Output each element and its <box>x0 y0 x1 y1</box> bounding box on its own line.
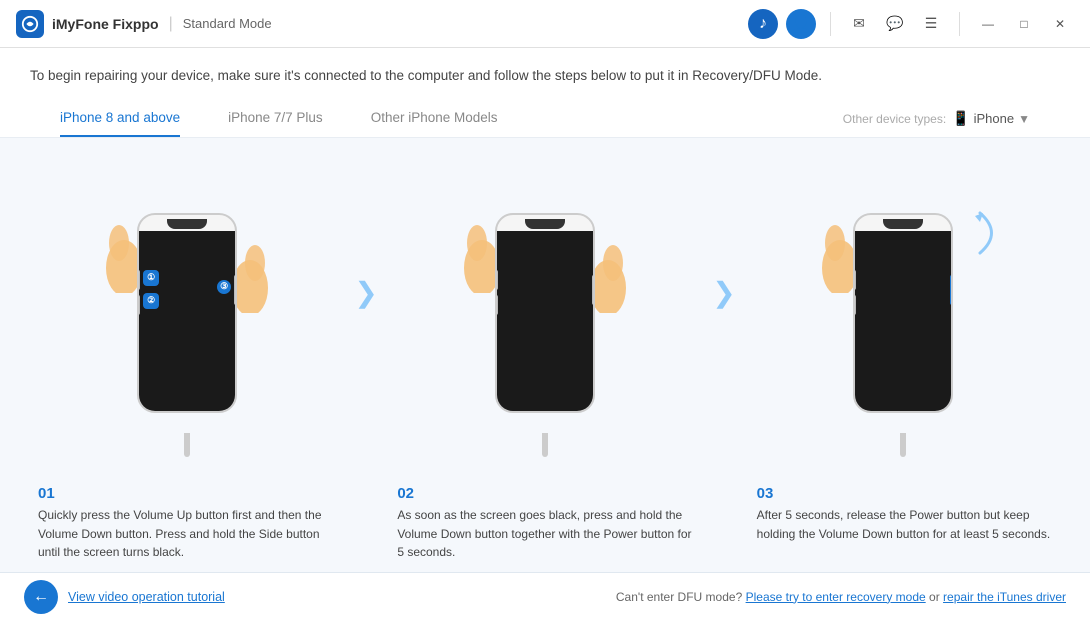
phone-cable-1 <box>184 433 190 457</box>
back-button[interactable]: ← <box>24 580 58 614</box>
step-3-block <box>746 193 1060 433</box>
hand-left-3 <box>805 213 855 293</box>
video-tutorial-link[interactable]: View video operation tutorial <box>68 590 225 604</box>
phone-1: ① ② ③ <box>137 213 237 413</box>
step-1-phone: ① ② ③ <box>107 193 267 433</box>
menu-btn[interactable]: ☰ <box>917 10 945 38</box>
titlebar-icons: ♪ 👤 ✉ 💬 ☰ — □ ✕ <box>748 9 1074 39</box>
minimize-btn[interactable]: — <box>974 10 1002 38</box>
phone-2 <box>495 213 595 413</box>
curved-arrow-3 <box>975 208 1011 258</box>
dropdown-arrow: ▼ <box>1018 112 1030 126</box>
device-name: iPhone <box>974 111 1014 126</box>
mode-label: Standard Mode <box>183 16 272 31</box>
steps-images: ① ② ③ ❯ <box>30 148 1060 477</box>
dfu-hint-text: Can't enter DFU mode? Please try to ente… <box>616 590 1066 604</box>
power-btn <box>234 275 237 305</box>
instruction-area: To begin repairing your device, make sur… <box>0 48 1090 138</box>
chat-btn[interactable]: 💬 <box>881 10 909 38</box>
arrow-1: ❯ <box>354 276 377 309</box>
phone-notch-1 <box>167 219 207 229</box>
step-1-num: 01 <box>38 485 333 502</box>
power-btn-3 <box>950 275 953 305</box>
phone-notch-3 <box>883 219 923 229</box>
step-3-text: After 5 seconds, release the Power butto… <box>757 506 1052 543</box>
tab-iphone8[interactable]: iPhone 8 and above <box>60 100 180 137</box>
btn-indicator-2: ② <box>143 293 159 309</box>
maximize-btn[interactable]: □ <box>1010 10 1038 38</box>
tab-bar: iPhone 8 and above iPhone 7/7 Plus Other… <box>30 100 1060 137</box>
step-2-block <box>388 193 702 433</box>
recovery-mode-link[interactable]: Please try to enter recovery mode <box>746 590 926 604</box>
icon-separator2 <box>959 12 960 36</box>
instruction-text: To begin repairing your device, make sur… <box>30 66 1060 86</box>
step-1-desc: 01 Quickly press the Volume Up button fi… <box>30 485 341 562</box>
icon-separator <box>830 12 831 36</box>
vol-up-btn-2 <box>495 270 498 290</box>
hint-label: Can't enter DFU mode? <box>616 590 742 604</box>
phone-notch-2 <box>525 219 565 229</box>
phone-screen-2 <box>497 231 593 411</box>
phone-screen-1 <box>139 231 235 411</box>
hand-right-1 <box>235 233 285 313</box>
vol-down-btn-2 <box>495 295 498 315</box>
hand-left-2 <box>447 213 497 293</box>
device-dropdown[interactable]: 📱 iPhone ▼ <box>952 110 1030 127</box>
step-2-num: 02 <box>397 485 692 502</box>
steps-area: ① ② ③ ❯ <box>0 138 1090 572</box>
app-logo <box>16 10 44 38</box>
itunes-driver-link[interactable]: repair the iTunes driver <box>943 590 1066 604</box>
phone-cable-3 <box>900 433 906 457</box>
desc-spacer-1 <box>341 485 389 562</box>
vol-up-btn-3 <box>853 270 856 290</box>
mail-btn[interactable]: ✉ <box>845 10 873 38</box>
tab-iphone7[interactable]: iPhone 7/7 Plus <box>228 100 323 137</box>
main-content: To begin repairing your device, make sur… <box>0 48 1090 620</box>
arrow-2: ❯ <box>712 276 735 309</box>
hand-left-1 <box>89 213 139 293</box>
title-divider: | <box>169 15 173 33</box>
power-btn-2 <box>592 275 595 305</box>
step-2-phone <box>465 193 625 433</box>
user-icon-btn[interactable]: 👤 <box>786 9 816 39</box>
phone-icon: 📱 <box>952 110 969 127</box>
vol-up-btn <box>137 270 140 290</box>
phone-cable-2 <box>542 433 548 457</box>
step-3-phone <box>823 193 983 433</box>
btn-indicator-side: ③ <box>217 280 231 294</box>
titlebar: iMyFone Fixppo | Standard Mode ♪ 👤 ✉ 💬 ☰… <box>0 0 1090 48</box>
step-2-text: As soon as the screen goes black, press … <box>397 506 692 562</box>
music-icon-btn[interactable]: ♪ <box>748 9 778 39</box>
step-1-text: Quickly press the Volume Up button first… <box>38 506 333 562</box>
step-2-desc: 02 As soon as the screen goes black, pre… <box>389 485 700 562</box>
close-btn[interactable]: ✕ <box>1046 10 1074 38</box>
footer: ← View video operation tutorial Can't en… <box>0 572 1090 620</box>
step-3-num: 03 <box>757 485 1052 502</box>
step-3-desc: 03 After 5 seconds, release the Power bu… <box>749 485 1060 562</box>
steps-descriptions: 01 Quickly press the Volume Up button fi… <box>30 477 1060 572</box>
hand-right-2 <box>593 233 643 313</box>
step-1-block: ① ② ③ <box>30 193 344 433</box>
desc-spacer-2 <box>701 485 749 562</box>
tab-other[interactable]: Other iPhone Models <box>371 100 498 137</box>
app-name: iMyFone Fixppo <box>52 16 159 32</box>
btn-indicator-1: ① <box>143 270 159 286</box>
phone-3 <box>853 213 953 413</box>
vol-down-btn <box>137 295 140 315</box>
vol-down-btn-3 <box>853 295 856 315</box>
other-device-selector[interactable]: Other device types: 📱 iPhone ▼ <box>843 110 1030 127</box>
phone-screen-3 <box>855 231 951 411</box>
other-device-label: Other device types: <box>843 112 946 126</box>
or-text: or <box>929 590 943 604</box>
